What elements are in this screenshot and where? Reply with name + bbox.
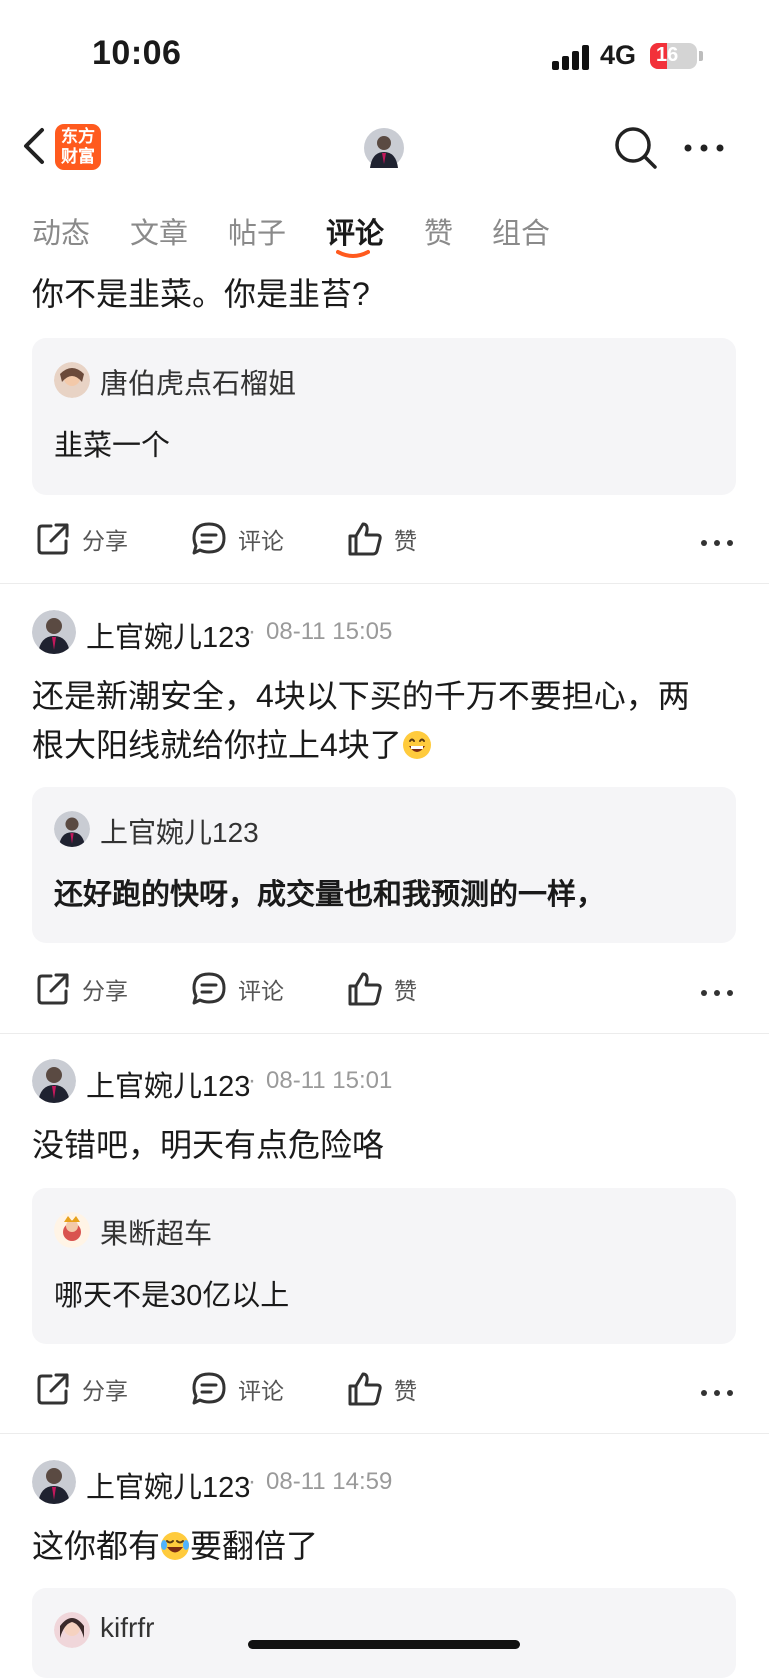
more-icon[interactable]: [700, 985, 734, 996]
avatar[interactable]: [32, 1460, 76, 1504]
back-icon[interactable]: [14, 124, 54, 168]
like-button[interactable]: 赞: [346, 520, 417, 558]
comment-text[interactable]: 你不是韭菜。你是韭苔?: [32, 270, 732, 319]
comment-icon: [192, 522, 226, 555]
like-button[interactable]: 赞: [346, 970, 417, 1008]
avatar[interactable]: [32, 1059, 76, 1103]
like-button[interactable]: 赞: [346, 1370, 417, 1408]
username[interactable]: 上官婉儿123: [86, 614, 250, 656]
meta-separator: ·: [248, 618, 256, 645]
timestamp: 08-11 15:01: [266, 1067, 393, 1094]
comment-label: 评论: [238, 978, 284, 1004]
home-indicator[interactable]: [248, 1640, 520, 1649]
tab-indicator: [336, 246, 370, 258]
like-label: 赞: [394, 528, 417, 554]
signal-icon: [552, 44, 592, 70]
tab-portfolio[interactable]: 组合: [492, 210, 550, 252]
username[interactable]: 上官婉儿123: [86, 1464, 250, 1506]
share-icon: [37, 1373, 69, 1405]
share-button[interactable]: 分享: [34, 1370, 128, 1408]
grinning-emoji-icon: [402, 725, 432, 759]
share-label: 分享: [82, 1378, 128, 1404]
comment-button[interactable]: 评论: [190, 520, 284, 558]
battery-level: 16: [656, 44, 679, 66]
avatar[interactable]: [54, 362, 90, 398]
profile-avatar[interactable]: [364, 128, 404, 168]
comment-label: 评论: [238, 528, 284, 554]
tab-dynamic[interactable]: 动态: [32, 210, 90, 252]
like-icon: [348, 522, 382, 556]
share-icon: [37, 973, 69, 1005]
quoted-text: 还好跑的快呀，成交量也和我预测的一样，: [54, 879, 606, 911]
avatar[interactable]: [54, 1612, 90, 1648]
tab-posts[interactable]: 帖子: [228, 210, 286, 252]
comment-text-line: 还是新潮安全，4块以下买的千万不要担心，两: [32, 678, 690, 714]
like-label: 赞: [394, 978, 417, 1004]
timestamp: 08-11 15:05: [266, 618, 393, 645]
laughing-tears-emoji-icon: [160, 1526, 190, 1560]
more-icon[interactable]: [700, 535, 734, 546]
like-label: 赞: [394, 1378, 417, 1404]
quoted-username[interactable]: kifrfr: [100, 1612, 154, 1644]
avatar[interactable]: [32, 610, 76, 654]
divider: [0, 1433, 769, 1434]
comment-icon: [192, 1372, 226, 1405]
username[interactable]: 上官婉儿123: [86, 1063, 250, 1105]
comment-text[interactable]: 这你都有 要翻倍了: [32, 1522, 732, 1571]
share-button[interactable]: 分享: [34, 520, 128, 558]
quoted-comment[interactable]: 果断超车 哪天不是30亿以上: [32, 1188, 736, 1344]
like-icon: [348, 1372, 382, 1406]
share-button[interactable]: 分享: [34, 970, 128, 1008]
like-icon: [348, 972, 382, 1006]
quoted-username[interactable]: 唐伯虎点石榴姐: [100, 362, 296, 402]
quoted-text: 哪天不是30亿以上: [54, 1280, 290, 1312]
comment-button[interactable]: 评论: [190, 970, 284, 1008]
app-logo[interactable]: 东方财富: [55, 124, 101, 170]
search-icon[interactable]: [612, 124, 660, 172]
tab-articles[interactable]: 文章: [130, 210, 188, 252]
timestamp: 08-11 14:59: [266, 1468, 393, 1495]
quoted-comment[interactable]: 上官婉儿123 还好跑的快呀，成交量也和我预测的一样，: [32, 787, 736, 943]
share-label: 分享: [82, 978, 128, 1004]
comment-text-line: 根大阳线就给你拉上4块了: [32, 727, 402, 763]
avatar[interactable]: [54, 1212, 90, 1248]
network-label: 4G: [600, 40, 637, 70]
quoted-text: 韭菜一个: [54, 430, 171, 462]
meta-separator: ·: [248, 1468, 256, 1495]
share-label: 分享: [82, 528, 128, 554]
comment-text[interactable]: 没错吧，明天有点危险咯: [32, 1121, 732, 1170]
divider: [0, 1033, 769, 1034]
comment-button[interactable]: 评论: [190, 1370, 284, 1408]
tab-likes[interactable]: 赞: [424, 210, 453, 252]
comment-text[interactable]: 还是新潮安全，4块以下买的千万不要担心，两 根大阳线就给你拉上4块了: [32, 672, 732, 770]
more-icon[interactable]: [682, 132, 726, 164]
avatar[interactable]: [54, 811, 90, 847]
share-icon: [37, 523, 69, 555]
comment-label: 评论: [238, 1378, 284, 1404]
quoted-username[interactable]: 果断超车: [100, 1212, 212, 1252]
comment-icon: [192, 972, 226, 1005]
meta-separator: ·: [248, 1067, 256, 1094]
status-time: 10:06: [92, 34, 182, 72]
quoted-username[interactable]: 上官婉儿123: [100, 811, 259, 851]
comment-text-part: 要翻倍了: [190, 1528, 319, 1564]
battery-tip: [699, 51, 703, 61]
divider: [0, 583, 769, 584]
battery-icon: 16: [650, 43, 697, 69]
comment-text-part: 这你都有: [32, 1528, 161, 1564]
quoted-comment[interactable]: 唐伯虎点石榴姐 韭菜一个: [32, 338, 736, 495]
more-icon[interactable]: [700, 1385, 734, 1396]
